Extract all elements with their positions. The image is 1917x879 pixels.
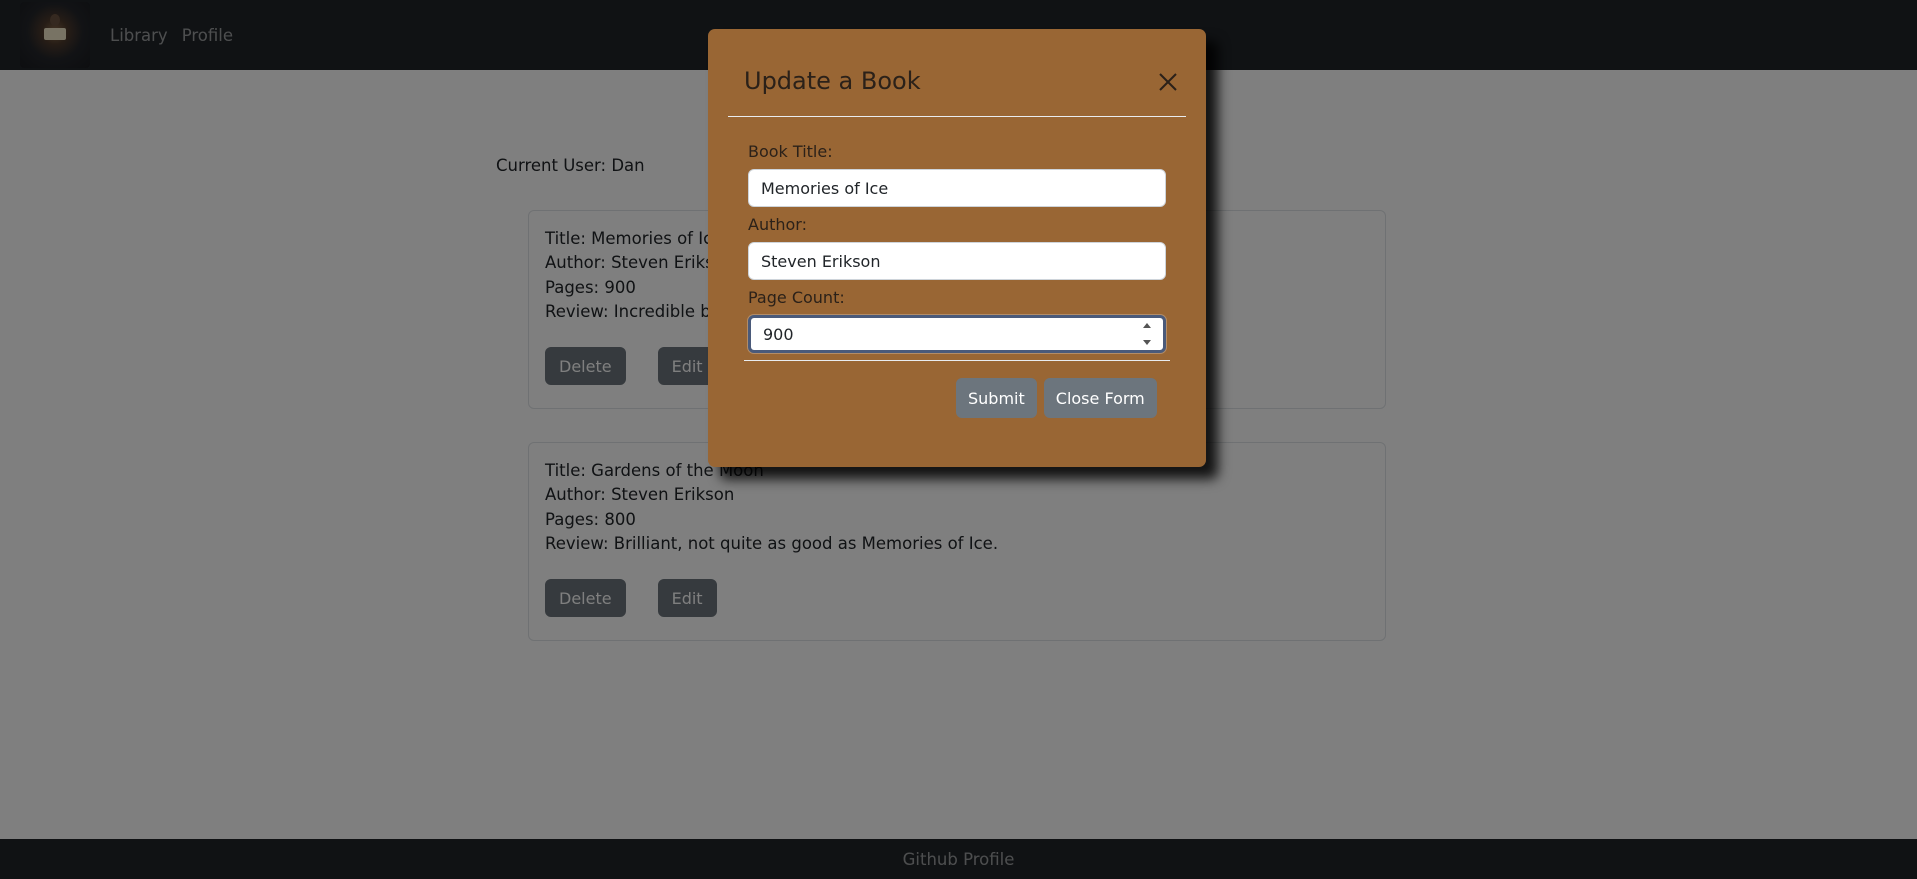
page-count-input[interactable] bbox=[748, 315, 1166, 353]
submit-button[interactable]: Submit bbox=[956, 378, 1037, 418]
divider bbox=[744, 360, 1170, 361]
modal-footer: Submit Close Form bbox=[956, 378, 1157, 418]
modal-header: Update a Book bbox=[728, 29, 1186, 117]
book-title-input[interactable] bbox=[748, 169, 1166, 207]
spin-up-icon[interactable] bbox=[1143, 323, 1151, 328]
update-book-modal: Update a Book Book Title: Author: Page C… bbox=[708, 29, 1206, 467]
author-input[interactable] bbox=[748, 242, 1166, 280]
spin-down-icon[interactable] bbox=[1143, 340, 1151, 345]
close-icon[interactable] bbox=[1157, 71, 1179, 93]
author-label: Author: bbox=[748, 215, 807, 234]
page-count-field bbox=[748, 315, 1166, 353]
number-stepper[interactable] bbox=[1142, 323, 1152, 345]
book-title-label: Book Title: bbox=[748, 142, 833, 161]
modal-body: Book Title: Author: Page Count: bbox=[748, 140, 1166, 353]
close-form-button[interactable]: Close Form bbox=[1043, 378, 1157, 418]
page-count-label: Page Count: bbox=[748, 288, 845, 307]
modal-title: Update a Book bbox=[744, 67, 921, 95]
